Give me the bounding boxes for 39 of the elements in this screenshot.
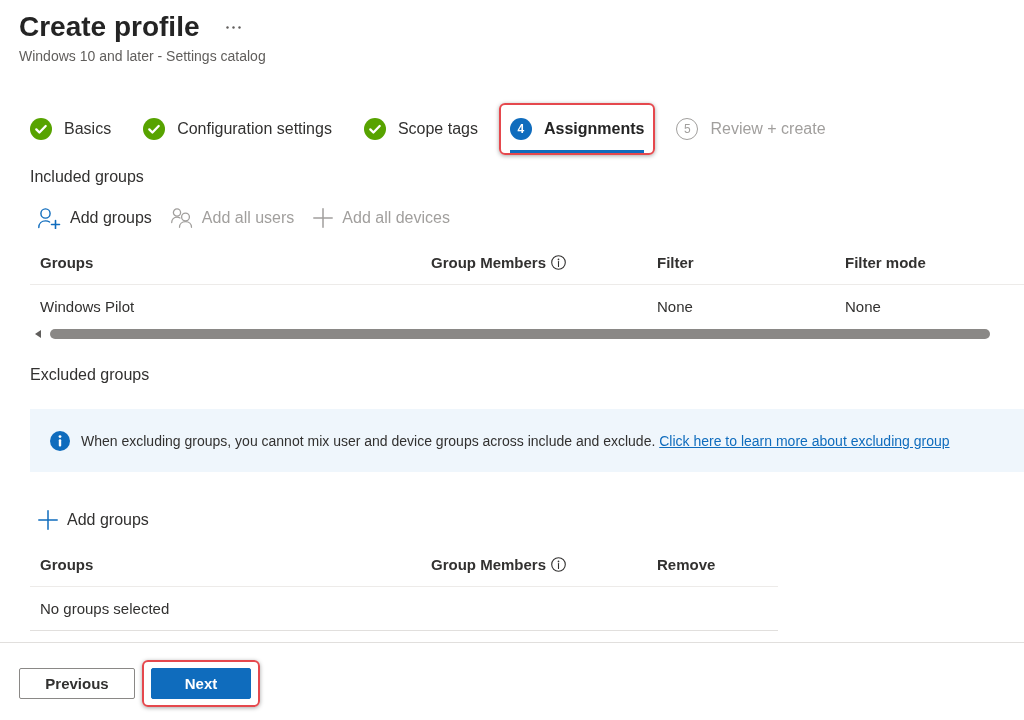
notice-text: When excluding groups, you cannot mix user and device groups across include and exclude. Click here to learn more about excluding group: [81, 432, 950, 449]
empty-message: No groups selected: [30, 587, 778, 631]
check-circle-icon: [363, 118, 386, 140]
page-title: Create profile: [19, 10, 200, 44]
scroll-left-icon[interactable]: [35, 329, 41, 338]
section-heading: Excluded groups: [29, 365, 151, 385]
person-add-icon: [38, 207, 61, 229]
info-icon: [50, 430, 70, 451]
step-number: 4: [509, 118, 532, 140]
table-cell-text: Windows Pilot: [39, 297, 136, 315]
step-tab[interactable]: Configuration settings: [143, 105, 332, 153]
column-header: Filter: [657, 253, 694, 271]
check-circle-icon: [143, 118, 166, 140]
learn-more-link[interactable]: Click here to learn more about excluding group: [659, 432, 950, 449]
toolbar-button[interactable]: Add groups: [38, 202, 152, 234]
step-tab[interactable]: 4 Assignments: [509, 105, 645, 153]
people-icon: [170, 208, 193, 228]
page-subtitle: Windows 10 and later - Settings catalog: [19, 47, 267, 66]
more-icon[interactable]: [225, 25, 241, 29]
step-tab[interactable]: Scope tags: [363, 105, 478, 153]
previous-button[interactable]: Previous: [19, 668, 135, 699]
check-circle-icon: [30, 118, 52, 140]
next-button[interactable]: Next: [151, 668, 251, 699]
column-header: Group Members: [431, 253, 547, 271]
table-cell-text: None: [844, 297, 882, 315]
column-header: Filter mode: [845, 253, 926, 271]
scrollbar-thumb[interactable]: [50, 328, 990, 339]
column-header: Groups: [40, 555, 94, 573]
plus-icon: [38, 510, 58, 530]
step-tab[interactable]: Basics: [30, 105, 112, 153]
table-cell-text: None: [656, 297, 694, 315]
toolbar-button[interactable]: Add groups: [38, 504, 149, 536]
column-header: Remove: [657, 555, 716, 573]
info-icon[interactable]: [551, 556, 567, 572]
section-heading: Included groups: [29, 167, 145, 187]
info-icon[interactable]: [551, 254, 567, 270]
plus-icon: [313, 208, 334, 228]
column-header: Groups: [40, 253, 94, 271]
column-header: Group Members: [431, 555, 547, 573]
